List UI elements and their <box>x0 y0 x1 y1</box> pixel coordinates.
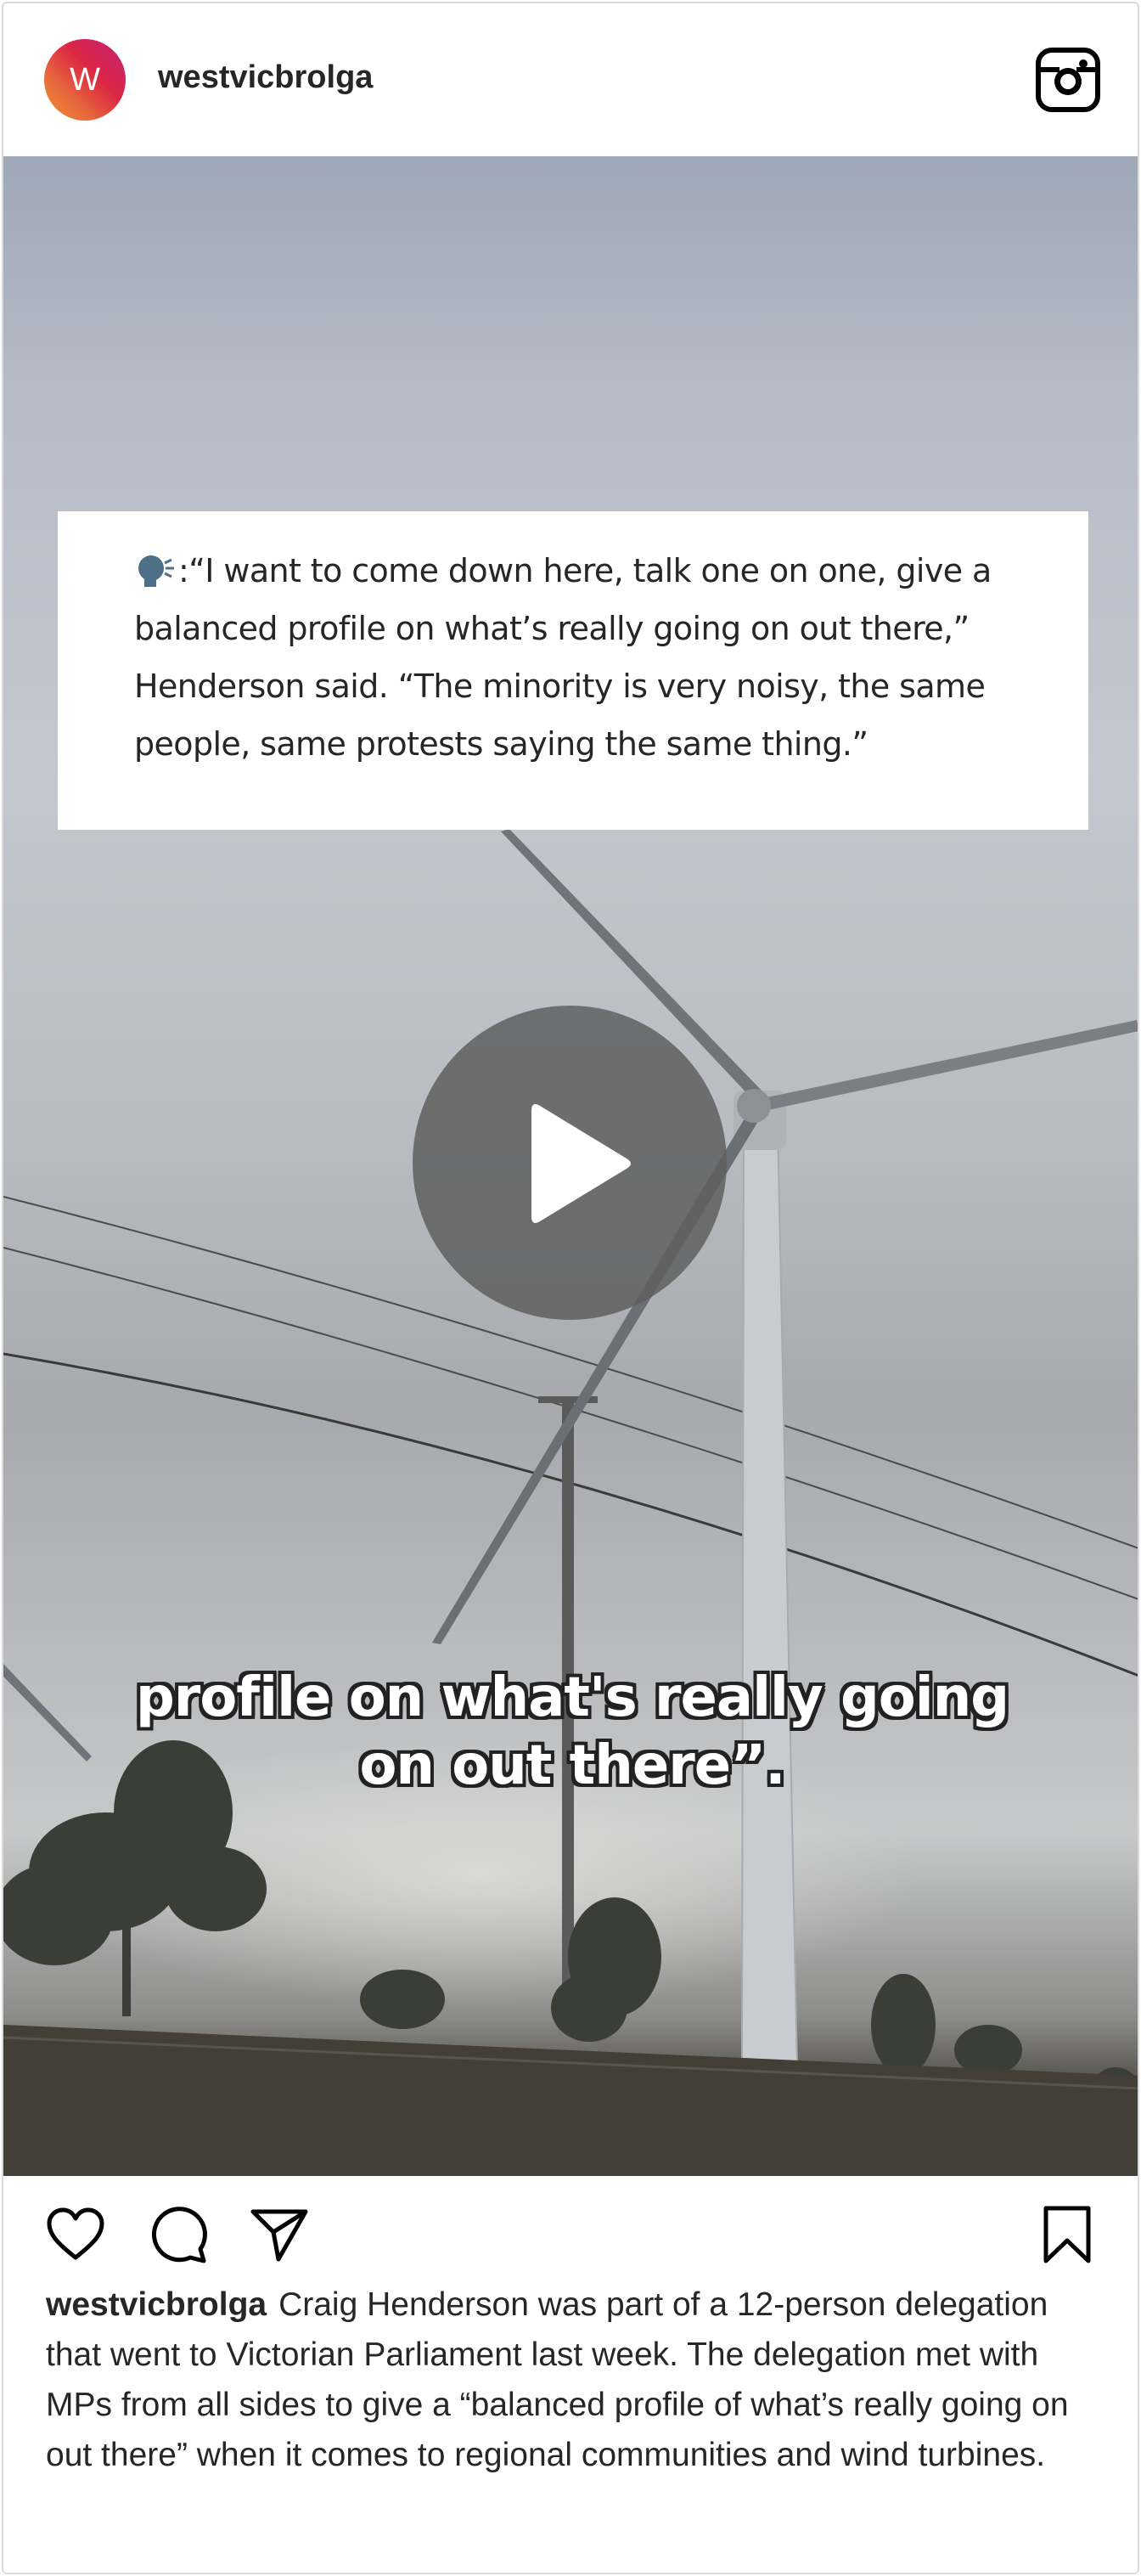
speaking-head-icon <box>138 555 174 587</box>
username-link[interactable]: westvicbrolga <box>158 59 373 96</box>
instagram-embed-card: W westvicbrolga:“I want to come down he… <box>2 2 1139 2574</box>
video-subtitle: profile on what's really going on out th… <box>3 1664 1138 1800</box>
video-media[interactable]: :“I want to come down here, talk one on … <box>3 156 1138 2176</box>
heart-icon[interactable] <box>44 2203 107 2266</box>
instagram-icon[interactable] <box>1036 48 1100 112</box>
quote-body: “I want to come down here, talk one on o… <box>134 552 992 763</box>
quote-card: :“I want to come down here, talk one on … <box>58 511 1088 830</box>
action-bar <box>3 2176 1138 2286</box>
subtitle-line-1: profile on what's really going <box>135 1666 1009 1729</box>
share-icon[interactable] <box>248 2203 311 2266</box>
bookmark-icon[interactable] <box>1036 2203 1099 2266</box>
subtitle-line-2: on out there”. <box>359 1734 785 1797</box>
play-icon <box>531 1104 631 1223</box>
caption-username[interactable]: westvicbrolga <box>46 2286 267 2323</box>
comment-icon[interactable] <box>146 2203 209 2266</box>
play-button[interactable] <box>413 1006 727 1320</box>
quote-text: :“I want to come down here, talk one on … <box>134 542 1012 773</box>
post-caption: westvicbrolga Craig Henderson was part of… <box>46 2280 1107 2480</box>
avatar[interactable]: W <box>44 39 126 121</box>
quote-prefix: : <box>178 552 189 589</box>
post-header: W westvicbrolga <box>3 3 1138 156</box>
